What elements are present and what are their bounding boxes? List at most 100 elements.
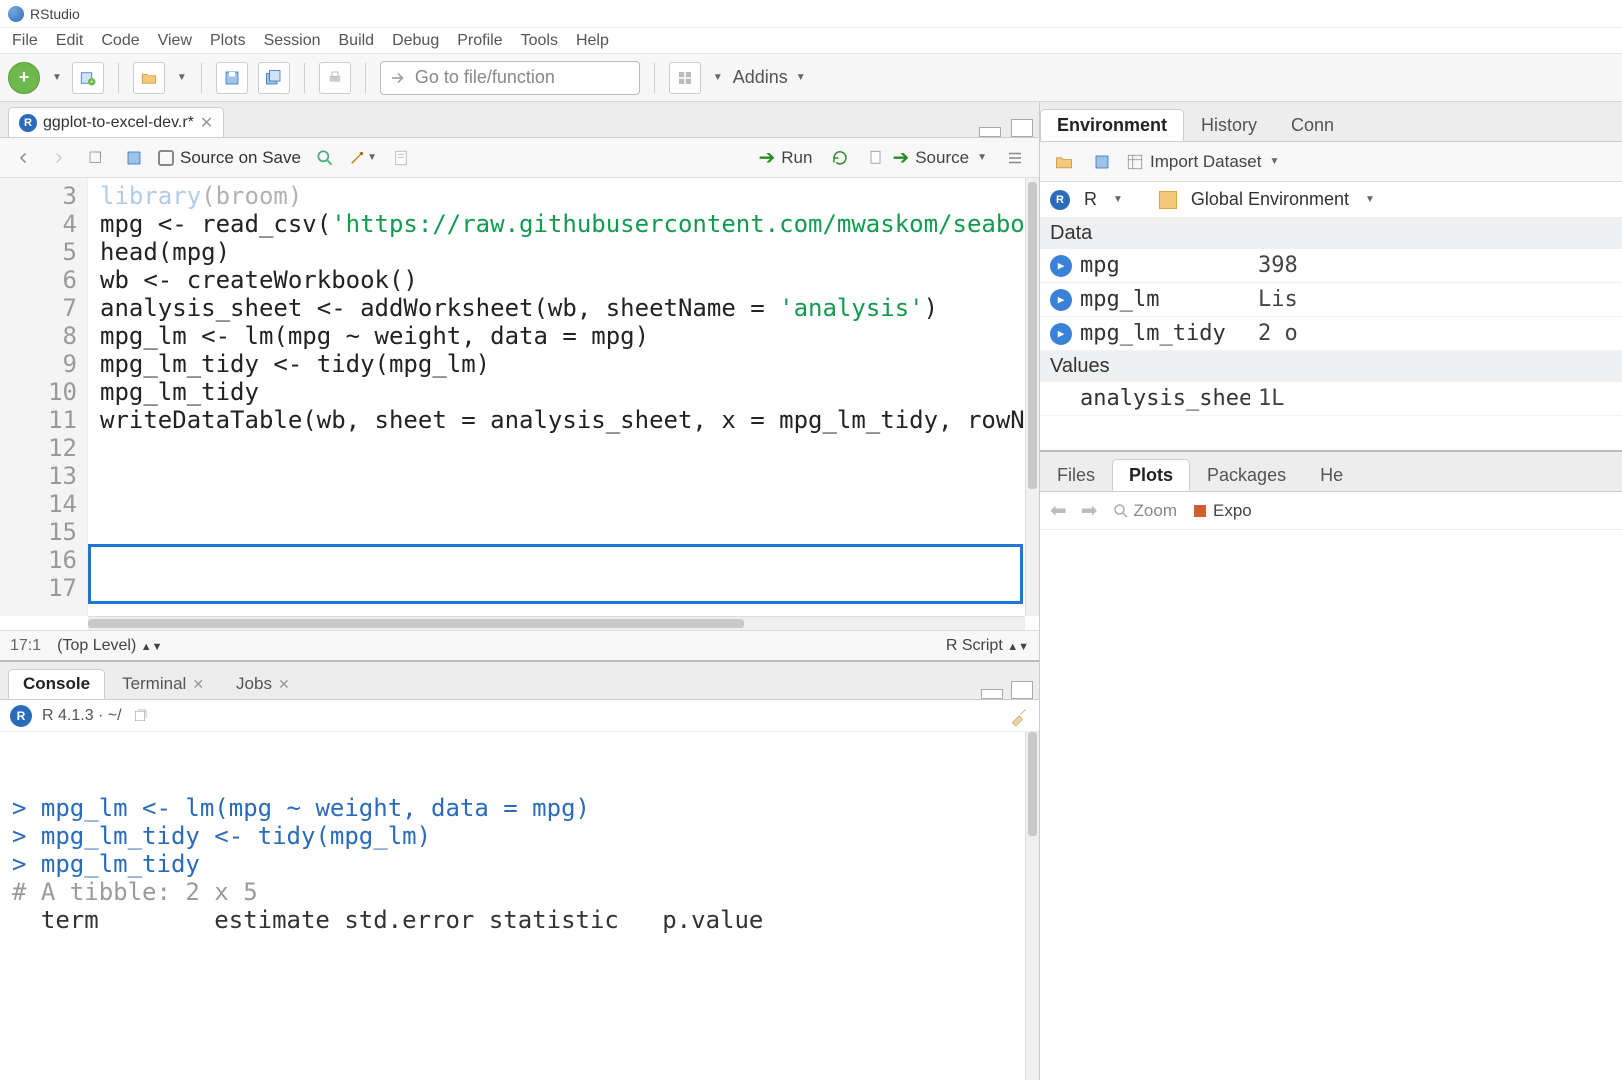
menu-help[interactable]: Help: [576, 32, 609, 50]
env-row[interactable]: analysis_sheet1L: [1040, 382, 1622, 416]
tab-help[interactable]: He: [1303, 459, 1360, 491]
popout-icon: [87, 149, 105, 167]
tab-history[interactable]: History: [1184, 109, 1274, 141]
source-on-save-toggle[interactable]: Source on Save: [158, 148, 301, 168]
addins-label: Addins: [733, 67, 788, 88]
new-file-dropdown-icon[interactable]: ▼: [52, 72, 62, 83]
save-all-button[interactable]: [258, 62, 290, 94]
broom-icon[interactable]: [1009, 706, 1029, 726]
vertical-scrollbar[interactable]: [1025, 178, 1039, 616]
tab-console[interactable]: Console: [8, 669, 105, 699]
popout-icon[interactable]: [132, 708, 148, 724]
save-workspace-button[interactable]: [1088, 148, 1116, 176]
tab-environment[interactable]: Environment: [1040, 109, 1184, 141]
minimize-console-button[interactable]: [981, 689, 1003, 699]
console-output[interactable]: > mpg_lm <- lm(mpg ~ weight, data = mpg)…: [0, 732, 1039, 1080]
find-button[interactable]: [311, 144, 339, 172]
open-recent-dropdown-icon[interactable]: ▼: [177, 72, 187, 83]
compile-report-button[interactable]: [387, 144, 415, 172]
menu-debug[interactable]: Debug: [392, 32, 439, 50]
console-scrollbar[interactable]: [1025, 732, 1039, 1080]
env-row[interactable]: ▶mpg_lmLis: [1040, 283, 1622, 317]
code-editor[interactable]: 34567891011121314151617 library(broom)mp…: [0, 178, 1039, 616]
r-logo-icon: R: [10, 705, 32, 727]
menubar: File Edit Code View Plots Session Build …: [0, 28, 1622, 54]
source-toolbar: Source on Save ▼ ➔ Run: [0, 138, 1039, 178]
addins-menu[interactable]: Addins ▼: [733, 67, 806, 88]
source-tabs: R ggplot-to-excel-dev.r* ✕: [0, 102, 1039, 138]
source-statusbar: 17:1 (Top Level) ▲▼ R Script ▲▼: [0, 630, 1039, 660]
save-button[interactable]: [216, 62, 248, 94]
zoom-button[interactable]: Zoom: [1112, 501, 1177, 521]
export-button[interactable]: Expo: [1191, 501, 1252, 521]
grid-icon: [1126, 153, 1144, 171]
tab-packages[interactable]: Packages: [1190, 459, 1303, 491]
goto-file-function-input[interactable]: Go to file/function: [380, 61, 640, 95]
scope-label[interactable]: Global Environment: [1191, 189, 1349, 210]
new-project-button[interactable]: +: [72, 62, 104, 94]
run-button[interactable]: ➔ Run: [759, 145, 813, 170]
save-all-icon: [265, 69, 283, 87]
code-tools-dropdown-icon: ▼: [367, 152, 377, 163]
tab-terminal[interactable]: Terminal ✕: [107, 669, 219, 699]
load-workspace-button[interactable]: [1050, 148, 1078, 176]
save-source-button[interactable]: [120, 144, 148, 172]
line-gutter: 34567891011121314151617: [0, 178, 88, 616]
grid-dropdown-icon[interactable]: ▼: [713, 72, 723, 83]
outline-button[interactable]: [1001, 144, 1029, 172]
menu-session[interactable]: Session: [264, 32, 321, 50]
tab-connections[interactable]: Conn: [1274, 109, 1351, 141]
rerun-button[interactable]: [826, 144, 854, 172]
source-doc-icon: [868, 149, 886, 167]
rerun-icon: [829, 149, 851, 167]
plot-prev-button[interactable]: ⬅: [1050, 498, 1067, 523]
maximize-console-button[interactable]: [1011, 681, 1033, 699]
console-tabs: Console Terminal ✕ Jobs ✕: [0, 662, 1039, 700]
plots-toolbar: ⬅ ➡ Zoom Expo: [1040, 492, 1622, 530]
zoom-icon: [1112, 502, 1130, 520]
source-tab[interactable]: R ggplot-to-excel-dev.r* ✕: [8, 107, 224, 137]
export-icon: [1191, 502, 1209, 520]
tab-files[interactable]: Files: [1040, 459, 1112, 491]
menu-view[interactable]: View: [158, 32, 192, 50]
open-file-button[interactable]: [133, 62, 165, 94]
show-in-new-window-button[interactable]: [82, 144, 110, 172]
close-icon[interactable]: ✕: [192, 676, 204, 693]
new-file-button[interactable]: +: [8, 62, 40, 94]
zoom-label: Zoom: [1134, 501, 1177, 521]
menu-tools[interactable]: Tools: [521, 32, 558, 50]
menu-plots[interactable]: Plots: [210, 32, 246, 50]
menu-file[interactable]: File: [12, 32, 38, 50]
env-var-name: mpg_lm_tidy: [1080, 321, 1250, 346]
close-tab-icon[interactable]: ✕: [200, 113, 213, 133]
minimize-pane-button[interactable]: [979, 127, 1001, 137]
forward-button[interactable]: [44, 144, 72, 172]
r-logo-icon: R: [1050, 190, 1070, 210]
back-button[interactable]: [10, 144, 38, 172]
env-row[interactable]: ▶mpg_lm_tidy2 o: [1040, 317, 1622, 351]
plot-next-button[interactable]: ➡: [1081, 498, 1098, 523]
import-dataset-button[interactable]: Import Dataset ▼: [1126, 152, 1279, 172]
search-icon: [315, 148, 335, 168]
grid-button[interactable]: [669, 62, 701, 94]
close-icon[interactable]: ✕: [278, 676, 290, 693]
source-on-save-label: Source on Save: [180, 148, 301, 168]
arrow-left-icon: [15, 149, 33, 167]
menu-build[interactable]: Build: [339, 32, 375, 50]
file-type-selector[interactable]: R Script ▲▼: [946, 637, 1029, 655]
horizontal-scrollbar[interactable]: [88, 616, 1025, 630]
arrow-right-icon: [49, 149, 67, 167]
menu-code[interactable]: Code: [101, 32, 139, 50]
tab-plots[interactable]: Plots: [1112, 459, 1190, 491]
console-pane: Console Terminal ✕ Jobs ✕ R R 4.1.3 · ~/…: [0, 662, 1039, 1080]
menu-edit[interactable]: Edit: [56, 32, 84, 50]
source-button[interactable]: ➔ Source ▼: [868, 145, 987, 170]
print-button[interactable]: [319, 62, 351, 94]
scope-language[interactable]: R: [1084, 189, 1097, 210]
menu-profile[interactable]: Profile: [457, 32, 502, 50]
code-tools-button[interactable]: ▼: [349, 144, 377, 172]
tab-jobs[interactable]: Jobs ✕: [221, 669, 305, 699]
maximize-pane-button[interactable]: [1011, 119, 1033, 137]
scope-selector[interactable]: (Top Level) ▲▼: [57, 637, 930, 655]
env-row[interactable]: ▶mpg398: [1040, 249, 1622, 283]
